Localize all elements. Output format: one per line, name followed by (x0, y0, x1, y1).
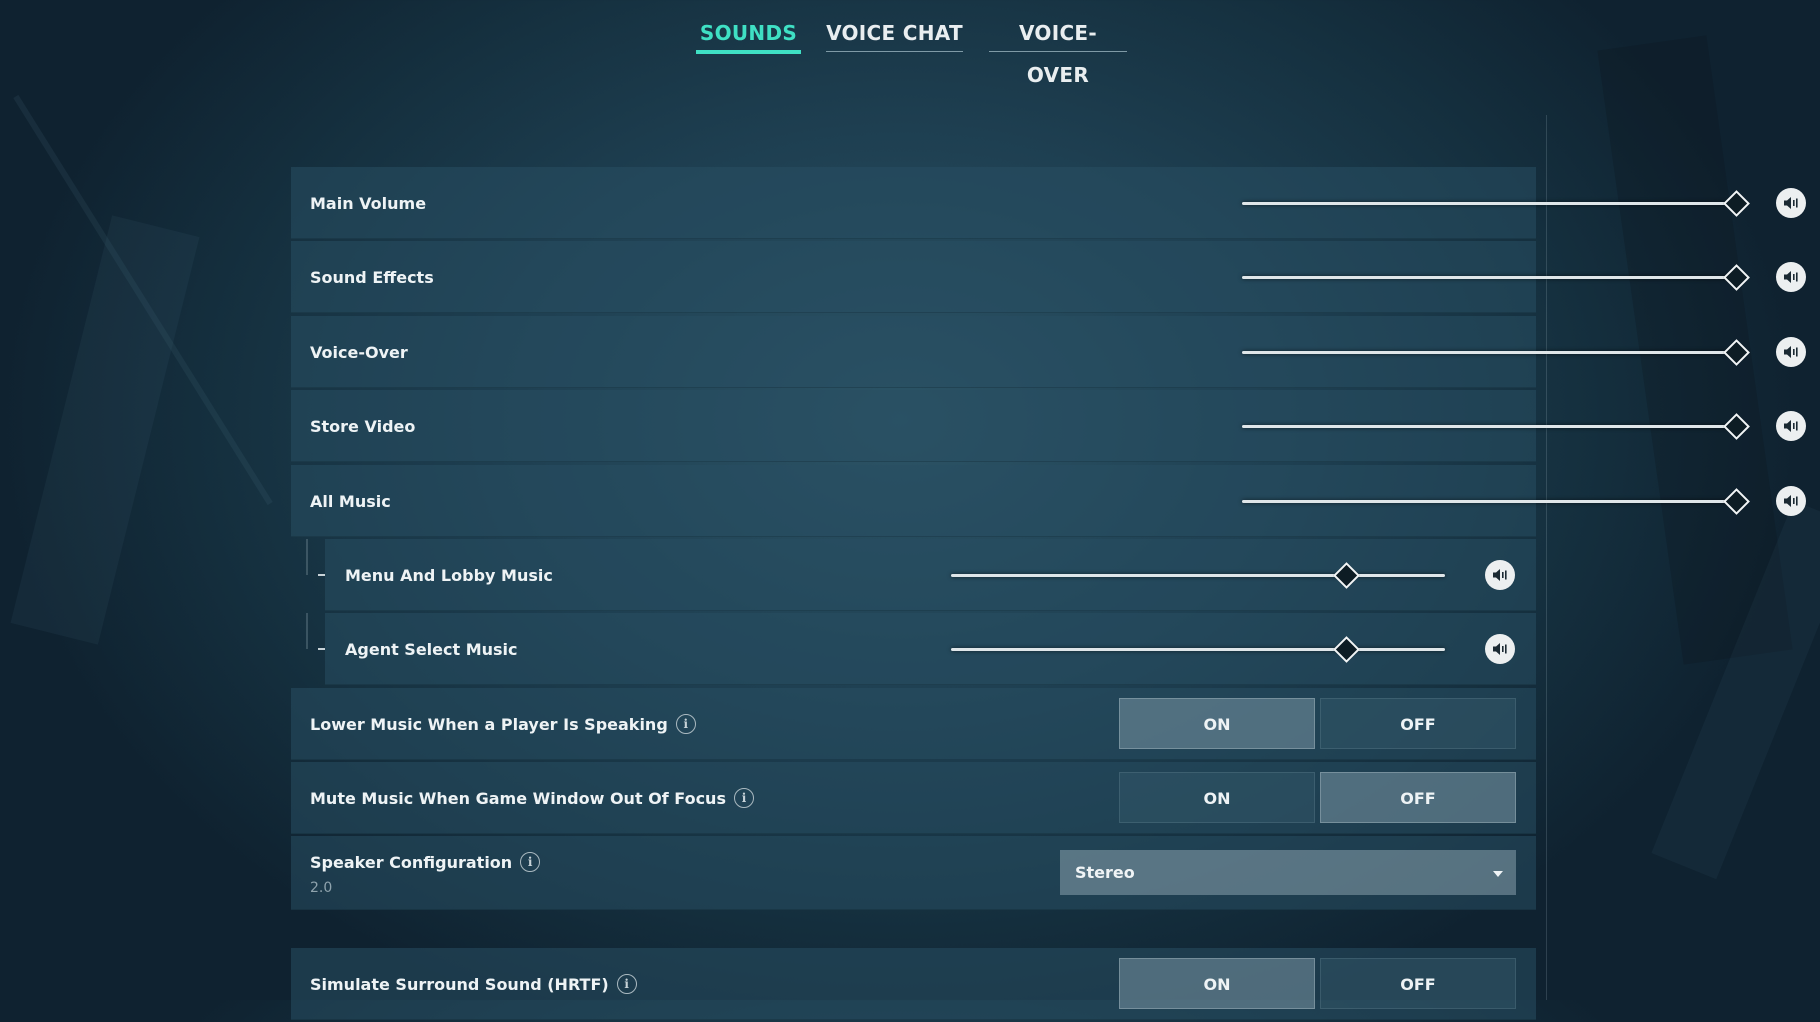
setting-label: Speaker Configuration i (310, 851, 541, 874)
slider-thumb[interactable] (1723, 190, 1750, 217)
info-icon[interactable]: i (675, 713, 696, 734)
voice-over-slider[interactable] (1242, 316, 1750, 387)
slider-track (951, 648, 1445, 651)
speaker-configuration-dropdown[interactable]: Stereo (1060, 850, 1516, 895)
mute-button[interactable] (1776, 486, 1806, 516)
slider-track (1242, 202, 1736, 205)
setting-row-mute-music-focus: Mute Music When Game Window Out Of Focus… (291, 762, 1536, 834)
store-video-slider[interactable] (1242, 390, 1750, 461)
slider-track (1242, 351, 1736, 354)
setting-row-sound-effects: Sound Effects (291, 241, 1806, 313)
setting-label: Voice-Over (310, 343, 408, 362)
slider-thumb[interactable] (1723, 413, 1750, 440)
lower-music-on-button[interactable]: ON (1119, 698, 1315, 749)
mute-button[interactable] (1776, 262, 1806, 292)
setting-label: Menu And Lobby Music (345, 566, 553, 585)
tree-dash (318, 648, 325, 650)
setting-row-all-music: All Music (291, 465, 1806, 537)
tree-connector (306, 613, 308, 649)
tab-underline (989, 51, 1127, 52)
main-volume-slider[interactable] (1242, 167, 1750, 238)
setting-row-hrtf: Simulate Surround Sound (HRTF) i ON OFF (291, 948, 1536, 1020)
settings-tabs: SOUNDS VOICE CHAT VOICE-OVER (0, 12, 1820, 87)
slider-track (1242, 425, 1736, 428)
dropdown-selected-value: Stereo (1075, 863, 1135, 882)
mute-button[interactable] (1485, 634, 1515, 664)
setting-label-text: Mute Music When Game Window Out Of Focus (310, 789, 726, 808)
slider-thumb[interactable] (1723, 488, 1750, 515)
setting-label-text: Speaker Configuration (310, 853, 513, 872)
mute-button[interactable] (1485, 560, 1515, 590)
chevron-down-icon (1493, 871, 1503, 877)
tab-voice-chat[interactable]: VOICE CHAT (826, 12, 963, 52)
speaker-config-sub-value: 2.0 (310, 880, 333, 896)
info-icon[interactable]: i (733, 787, 754, 808)
setting-row-agent-select-music: Agent Select Music (325, 613, 1536, 685)
mute-button[interactable] (1776, 337, 1806, 367)
tab-voice-over-label: VOICE-OVER (1018, 21, 1097, 87)
setting-row-speaker-configuration: Speaker Configuration i 2.0 Stereo (291, 836, 1536, 910)
slider-track (951, 574, 1445, 577)
hrtf-off-button[interactable]: OFF (1320, 958, 1516, 1009)
setting-row-main-volume: Main Volume (291, 167, 1806, 239)
slider-thumb[interactable] (1723, 264, 1750, 291)
setting-row-menu-lobby-music: Menu And Lobby Music (325, 539, 1536, 611)
setting-label: Main Volume (310, 194, 427, 213)
agent-select-music-slider[interactable] (951, 613, 1445, 684)
slider-track (1242, 276, 1736, 279)
setting-label: Agent Select Music (345, 640, 518, 659)
setting-label-text: Simulate Surround Sound (HRTF) (310, 975, 609, 994)
all-music-slider[interactable] (1242, 465, 1750, 536)
info-icon[interactable]: i (616, 973, 637, 994)
setting-label: Store Video (310, 417, 416, 436)
setting-label: Lower Music When a Player Is Speaking i (310, 688, 696, 759)
mute-button[interactable] (1776, 411, 1806, 441)
setting-row-store-video: Store Video (291, 390, 1806, 462)
lower-music-off-button[interactable]: OFF (1320, 698, 1516, 749)
tab-sounds-label: SOUNDS (699, 21, 798, 45)
setting-row-voice-over: Voice-Over (291, 316, 1806, 388)
slider-thumb[interactable] (1723, 339, 1750, 366)
setting-label: Mute Music When Game Window Out Of Focus… (310, 762, 754, 833)
tab-voice-over[interactable]: VOICE-OVER (989, 12, 1127, 87)
tree-connector (306, 539, 308, 575)
setting-label-text: Lower Music When a Player Is Speaking (310, 715, 668, 734)
slider-thumb[interactable] (1333, 562, 1361, 589)
mute-music-focus-on-button[interactable]: ON (1119, 772, 1315, 823)
tab-voice-chat-label: VOICE CHAT (826, 21, 963, 45)
tab-underline (826, 51, 963, 52)
tree-dash (318, 574, 325, 576)
info-icon[interactable]: i (520, 851, 541, 872)
setting-label: Simulate Surround Sound (HRTF) i (310, 948, 637, 1019)
hrtf-on-button[interactable]: ON (1119, 958, 1315, 1009)
sound-effects-slider[interactable] (1242, 241, 1750, 312)
menu-lobby-music-slider[interactable] (951, 539, 1445, 610)
setting-label: All Music (310, 492, 391, 511)
tab-sounds[interactable]: SOUNDS (696, 12, 801, 54)
slider-track (1242, 500, 1736, 503)
mute-music-focus-off-button[interactable]: OFF (1320, 772, 1516, 823)
slider-thumb[interactable] (1333, 636, 1361, 663)
setting-row-lower-music: Lower Music When a Player Is Speaking i O… (291, 688, 1536, 760)
tab-underline (696, 50, 801, 54)
setting-label: Sound Effects (310, 268, 434, 287)
mute-button[interactable] (1776, 188, 1806, 218)
